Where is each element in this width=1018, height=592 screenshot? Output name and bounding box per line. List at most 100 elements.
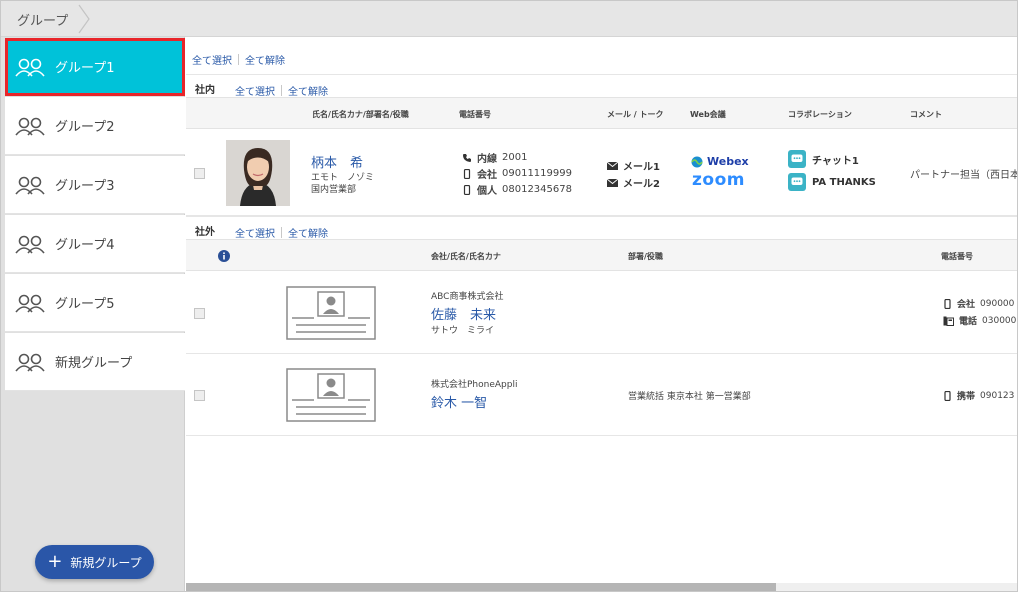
landline-phone-icon <box>943 316 954 326</box>
select-all-link[interactable]: 全て選択 <box>192 56 232 67</box>
group-icon <box>15 353 45 372</box>
divider <box>281 85 282 96</box>
phone-number: 2001 <box>502 152 528 163</box>
collab-label: チャット1 <box>812 155 859 167</box>
scrollbar-thumb[interactable] <box>186 583 776 591</box>
section-title: 社外 <box>195 227 215 238</box>
column-header-mail[interactable]: メール / トーク <box>607 109 664 120</box>
table-row[interactable]: 柄本 希 エモト ノゾミ 国内営業部 内線 2001 会社 0901111999… <box>186 130 1017 216</box>
row-checkbox[interactable] <box>194 390 205 401</box>
column-header-company[interactable]: 会社/氏名/氏名カナ <box>431 251 501 262</box>
phone-personal[interactable]: 個人 08012345678 <box>462 182 572 197</box>
mail-link-2[interactable]: メール2 <box>607 175 660 190</box>
divider <box>281 227 282 238</box>
deselect-all-link[interactable]: 全て解除 <box>245 56 285 67</box>
plus-icon: + <box>47 551 63 572</box>
breadcrumb-item[interactable]: グループ <box>17 10 68 29</box>
section-title: 社内 <box>195 85 215 96</box>
column-header-name[interactable]: 氏名/氏名カナ/部署名/役職 <box>312 109 409 120</box>
avatar <box>226 140 290 206</box>
collab-label: PA THANKS <box>812 176 876 188</box>
table-row[interactable]: 株式会社PhoneAppli 鈴木 一智 営業統括 東京本社 第一営業部 携帯 … <box>186 354 1017 436</box>
row-checkbox[interactable] <box>194 308 205 319</box>
contact-name[interactable]: 鈴木 一智 <box>431 392 487 411</box>
mail-label: メール2 <box>623 179 660 190</box>
group-sidebar: グループ1 グループ2 グループ3 グループ4 グループ5 新規グループ + 新… <box>1 37 185 591</box>
app-window: グループ グループ1 グループ2 グループ3 グループ4 グループ5 新規グルー… <box>0 0 1018 592</box>
webex-button[interactable]: Webex <box>691 155 749 168</box>
mobile-icon <box>944 298 951 309</box>
contact-kana: サトウ ミライ <box>431 326 495 336</box>
sidebar-item-new-group[interactable]: 新規グループ <box>5 333 185 391</box>
phone-label: 携帯 <box>957 392 976 402</box>
collab-thanks-button[interactable]: PA THANKS <box>788 173 876 191</box>
phone-label: 内線 <box>477 154 497 165</box>
collab-chat-button[interactable]: チャット1 <box>788 150 859 168</box>
business-card-icon[interactable] <box>286 368 376 422</box>
phone-label: 電話 <box>959 317 978 327</box>
sidebar-item-label: 新規グループ <box>55 356 133 371</box>
mobile-icon <box>944 390 951 401</box>
zoom-button[interactable]: zoom <box>692 170 745 190</box>
new-group-button-label: 新規グループ <box>70 555 142 570</box>
internal-section-header: 社内 全て選択 全て解除 <box>186 74 1017 98</box>
column-header-dept[interactable]: 部署/役職 <box>628 251 663 262</box>
contact-department: 営業統括 東京本社 第一営業部 <box>628 392 751 402</box>
info-icon[interactable] <box>218 250 230 262</box>
contact-name[interactable]: 佐藤 未来 <box>431 304 496 323</box>
breadcrumb-chevron-icon <box>78 4 90 34</box>
table-row[interactable]: ABC商事株式会社 佐藤 未来 サトウ ミライ 会社 090000 電話 030… <box>186 272 1017 354</box>
external-section-header: 社外 全て選択 全て解除 <box>186 216 1017 240</box>
group-icon <box>15 294 45 313</box>
contact-comment: パートナー担当（西日本 <box>910 170 1017 181</box>
row-checkbox[interactable] <box>194 168 205 179</box>
global-selection-links: 全て選択 全て解除 <box>192 49 285 68</box>
phone-number: 09011119999 <box>502 168 572 179</box>
column-header-collab[interactable]: コラボレーション <box>788 109 852 120</box>
mail-icon <box>607 178 618 187</box>
column-header-web[interactable]: Web会議 <box>690 109 726 120</box>
phone-icon <box>463 153 471 162</box>
phone-company[interactable]: 会社 09011119999 <box>462 166 572 181</box>
sidebar-item-group5[interactable]: グループ5 <box>5 274 185 332</box>
phone-label: 会社 <box>957 300 976 310</box>
sidebar-item-label: グループ3 <box>55 179 115 194</box>
chat-bubble-icon <box>788 150 806 168</box>
column-header-phone[interactable]: 電話番号 <box>941 251 973 262</box>
contact-department: 国内営業部 <box>311 185 357 195</box>
column-header-comment[interactable]: コメント <box>910 109 942 120</box>
phone-number: 090000 <box>980 298 1015 309</box>
group-icon <box>15 58 45 77</box>
webex-label: Webex <box>707 155 749 168</box>
sidebar-item-group2[interactable]: グループ2 <box>5 97 185 155</box>
webex-icon <box>691 156 703 167</box>
sidebar-item-group4[interactable]: グループ4 <box>5 215 185 273</box>
phone-mobile[interactable]: 携帯 090123 <box>943 389 1014 402</box>
phone-landline[interactable]: 電話 030000 <box>943 314 1016 327</box>
phone-company[interactable]: 会社 090000 <box>943 297 1014 310</box>
external-column-header: 会社/氏名/氏名カナ 部署/役職 電話番号 <box>186 239 1017 271</box>
contact-company: ABC商事株式会社 <box>431 292 504 302</box>
divider <box>238 54 239 65</box>
business-card-icon[interactable] <box>286 286 376 340</box>
phone-number: 090123 <box>980 390 1015 401</box>
phone-extension[interactable]: 内線 2001 <box>462 150 527 165</box>
horizontal-scrollbar[interactable] <box>186 583 1017 591</box>
mail-icon <box>607 161 618 170</box>
group-icon <box>15 176 45 195</box>
mail-link-1[interactable]: メール1 <box>607 158 660 173</box>
new-group-button[interactable]: + 新規グループ <box>35 545 154 579</box>
phone-label: 個人 <box>477 186 497 197</box>
sidebar-item-label: グループ2 <box>55 120 115 135</box>
phone-number: 08012345678 <box>502 184 572 195</box>
sidebar-item-group1[interactable]: グループ1 <box>5 38 185 96</box>
mobile-icon <box>463 184 471 195</box>
contact-name[interactable]: 柄本 希 <box>311 152 363 171</box>
sidebar-item-label: グループ1 <box>55 61 115 76</box>
sidebar-item-group3[interactable]: グループ3 <box>5 156 185 214</box>
contact-list-panel: 全て選択 全て解除 社内 全て選択 全て解除 氏名/氏名カナ/部署名/役職 電話番号… <box>186 38 1017 591</box>
chat-bubble-icon <box>788 173 806 191</box>
breadcrumb: グループ <box>1 1 1017 37</box>
column-header-phone[interactable]: 電話番号 <box>459 109 491 120</box>
sidebar-item-label: グループ4 <box>55 238 115 253</box>
